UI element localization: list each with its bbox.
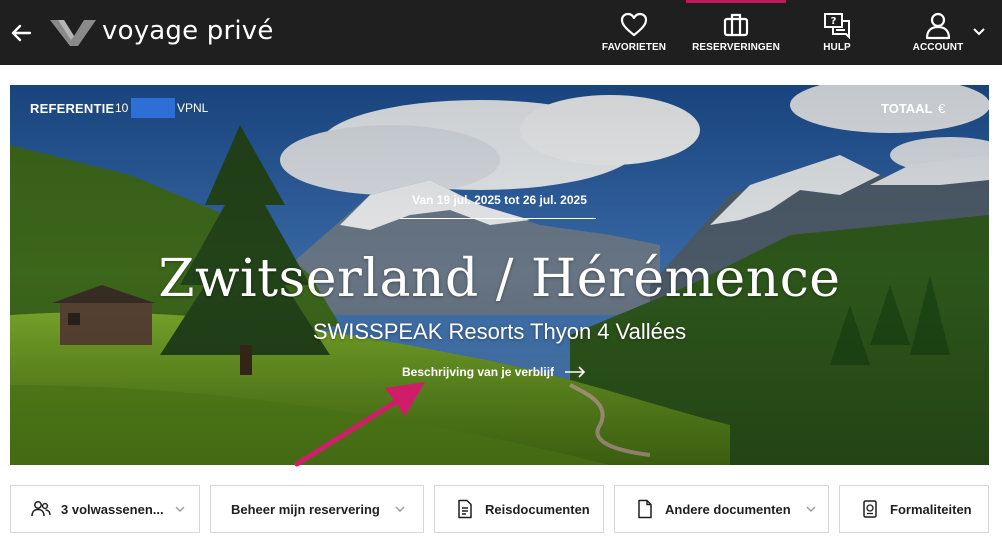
dates-divider <box>400 218 596 219</box>
voyage-prive-logo-icon[interactable] <box>48 18 98 48</box>
reference-code-prefix: 10 <box>115 101 129 115</box>
file-icon <box>638 499 652 519</box>
stay-description-link[interactable]: Beschrijving van je verblijf <box>402 365 586 379</box>
guests-dropdown[interactable]: 3 volwassenen... <box>10 485 200 533</box>
reference-redaction <box>131 98 175 118</box>
chevron-down-icon[interactable] <box>971 23 987 39</box>
annotation-arrow-icon <box>294 382 425 467</box>
nav-label: ACCOUNT <box>912 42 964 53</box>
total-label: TOTAAL <box>881 101 933 116</box>
nav-label: HULP <box>823 42 851 53</box>
nav-label: FAVORIETEN <box>601 42 667 53</box>
nav-label: RESERVERINGEN <box>692 42 780 53</box>
nav-favorieten[interactable]: FAVORIETEN <box>600 0 668 65</box>
total-value: € <box>938 101 946 116</box>
document-icon <box>458 499 472 519</box>
other-documents-dropdown[interactable]: Andere documenten <box>614 485 829 533</box>
stay-description-label: Beschrijving van je verblijf <box>402 365 555 379</box>
nav-hulp[interactable]: ? HULP <box>808 0 866 65</box>
svg-text:?: ? <box>831 16 837 27</box>
other-documents-label: Andere documenten <box>665 501 791 517</box>
people-icon <box>31 501 51 517</box>
travel-documents-label: Reisdocumenten <box>485 501 590 517</box>
help-chat-icon: ? <box>824 13 850 40</box>
chevron-down-icon <box>175 506 185 512</box>
destination-title: Zwitserland / Hérémence <box>158 249 841 309</box>
reference-label: REFERENTIE <box>30 101 115 116</box>
nav-reserveringen[interactable]: RESERVERINGEN <box>686 0 786 65</box>
passport-icon <box>863 500 877 518</box>
brand-name[interactable]: voyage privé <box>102 16 274 46</box>
hotel-name: SWISSPEAK Resorts Thyon 4 Vallées <box>312 319 687 344</box>
heart-icon <box>620 12 648 37</box>
arrow-right-icon <box>565 366 586 378</box>
formalities-button[interactable]: Formaliteiten <box>839 485 989 533</box>
chevron-down-icon <box>806 506 816 512</box>
booking-actions: 3 volwassenen... Beheer mijn reservering… <box>10 485 989 533</box>
chevron-down-icon <box>395 506 405 512</box>
top-navigation-bar: voyage privé FAVORIETEN RESERVERINGEN ? … <box>0 0 1002 65</box>
user-icon <box>925 12 951 40</box>
manage-booking-label: Beheer mijn reservering <box>231 501 380 517</box>
suitcase-icon <box>723 13 749 37</box>
manage-booking-dropdown[interactable]: Beheer mijn reservering <box>210 485 424 533</box>
hero-banner: REFERENTIE 10 VPNL TOTAAL € Van 19 jul. … <box>10 85 989 465</box>
active-tab-indicator <box>686 0 786 3</box>
guests-label: 3 volwassenen... <box>61 501 164 517</box>
back-arrow-icon[interactable] <box>8 20 34 46</box>
reference-code-suffix: VPNL <box>177 101 209 115</box>
nav-account[interactable]: ACCOUNT <box>908 0 968 65</box>
travel-documents-button[interactable]: Reisdocumenten <box>434 485 604 533</box>
formalities-label: Formaliteiten <box>890 501 972 517</box>
stay-dates: Van 19 jul. 2025 tot 26 jul. 2025 <box>412 193 587 207</box>
